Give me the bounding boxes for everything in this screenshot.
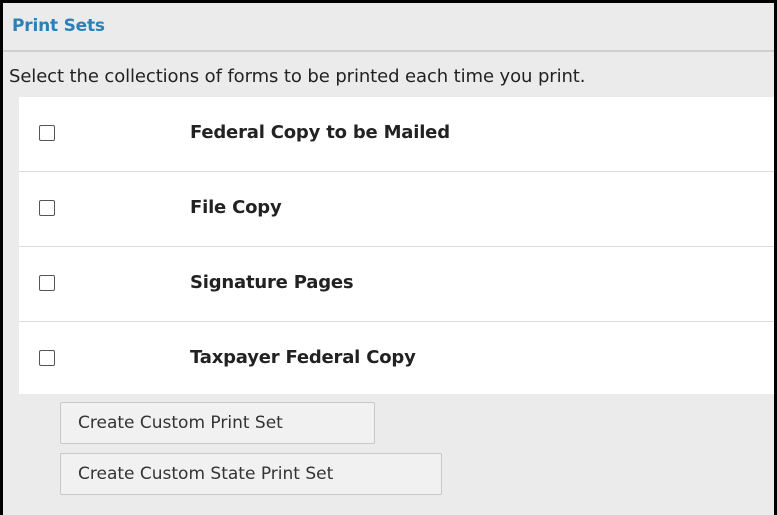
- print-sets-panel: Print Sets Select the collections of for…: [0, 0, 777, 515]
- print-set-label: Federal Copy to be Mailed: [190, 122, 450, 143]
- print-set-list: Federal Copy to be Mailed File Copy Sign…: [19, 97, 774, 394]
- federal-copy-mailed-checkbox[interactable]: [39, 125, 55, 141]
- print-set-row-signature-pages[interactable]: Signature Pages: [19, 247, 774, 322]
- print-set-label: File Copy: [190, 197, 282, 218]
- print-set-label: Taxpayer Federal Copy: [190, 347, 416, 368]
- create-custom-state-print-set-button[interactable]: Create Custom State Print Set: [60, 453, 442, 495]
- print-set-label: Signature Pages: [190, 272, 354, 293]
- create-custom-print-set-button[interactable]: Create Custom Print Set: [60, 402, 375, 444]
- panel-header: Print Sets: [3, 3, 774, 52]
- print-set-row-taxpayer-federal-copy[interactable]: Taxpayer Federal Copy: [19, 322, 774, 394]
- panel-description: Select the collections of forms to be pr…: [9, 66, 586, 87]
- panel-title: Print Sets: [12, 16, 105, 36]
- signature-pages-checkbox[interactable]: [39, 275, 55, 291]
- taxpayer-federal-copy-checkbox[interactable]: [39, 350, 55, 366]
- print-set-row-file-copy[interactable]: File Copy: [19, 172, 774, 247]
- file-copy-checkbox[interactable]: [39, 200, 55, 216]
- print-set-row-federal-copy-mailed[interactable]: Federal Copy to be Mailed: [19, 97, 774, 172]
